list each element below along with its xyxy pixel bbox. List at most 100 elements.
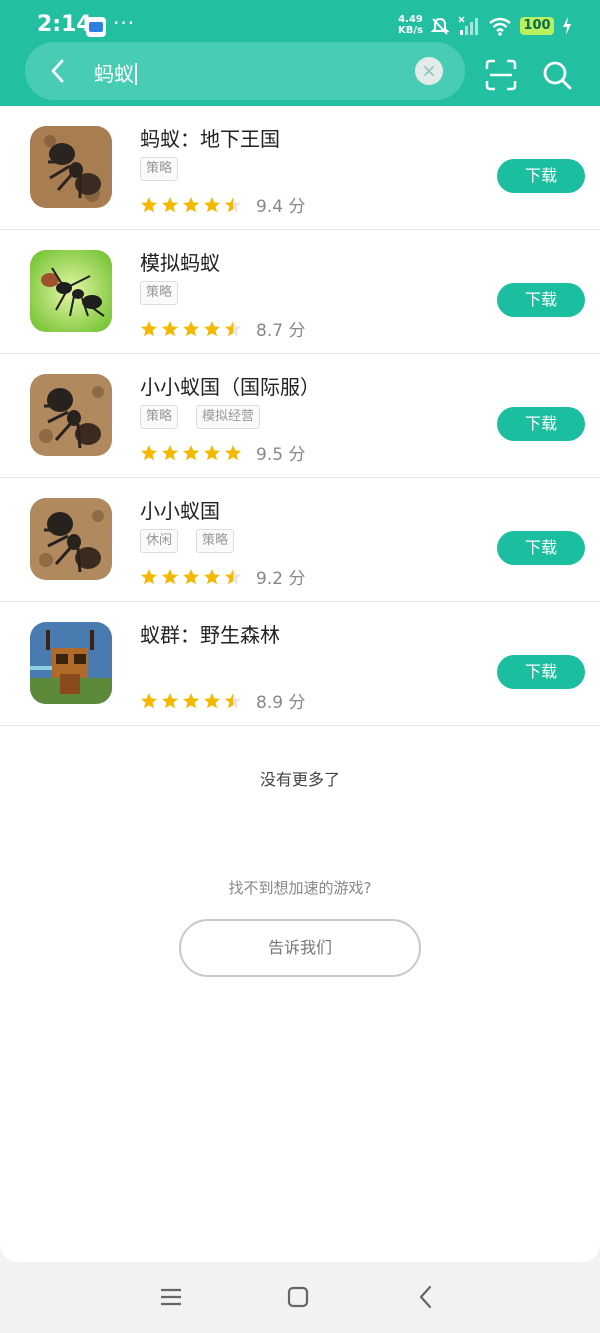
notification-app-icon bbox=[86, 17, 106, 37]
ant-simulator-icon bbox=[30, 250, 112, 332]
star-icon bbox=[204, 568, 220, 584]
tag: 策略 bbox=[196, 529, 235, 553]
star-icon bbox=[141, 320, 157, 336]
star-icon bbox=[204, 320, 220, 336]
list-item[interactable]: 小小蚁国 休闲 策略 9.2 分 下载 bbox=[0, 478, 600, 602]
tag-list: 休闲 策略 bbox=[140, 529, 235, 553]
star-icon bbox=[225, 692, 241, 708]
star-icon bbox=[141, 196, 157, 212]
back-arrow-icon[interactable] bbox=[43, 56, 73, 86]
back-icon[interactable] bbox=[413, 1284, 439, 1310]
score: 9.2 分 bbox=[256, 569, 306, 589]
charging-icon bbox=[563, 17, 571, 35]
ant-legion-icon bbox=[30, 498, 112, 580]
network-speed-unit: KB/s bbox=[398, 25, 423, 36]
home-icon[interactable] bbox=[285, 1284, 311, 1310]
tag: 模拟经营 bbox=[196, 405, 261, 429]
star-icon bbox=[204, 444, 220, 460]
menu-icon[interactable] bbox=[158, 1284, 184, 1310]
rating: 9.5 分 bbox=[140, 440, 305, 465]
star-icon bbox=[204, 692, 220, 708]
tag: 策略 bbox=[140, 405, 179, 429]
star-icon bbox=[162, 568, 178, 584]
tag-list: 策略 bbox=[140, 157, 179, 181]
game-title: 模拟蚂蚁 bbox=[140, 251, 220, 275]
app-header: 2:14 ··· 4.49 KB/s 100 蚂蚁 bbox=[0, 0, 600, 106]
star-icon bbox=[183, 196, 199, 212]
signal-icon bbox=[458, 16, 478, 35]
text-caret bbox=[135, 63, 137, 85]
ant-legion-icon bbox=[30, 374, 112, 456]
star-rating bbox=[140, 568, 242, 586]
wifi-icon bbox=[489, 17, 511, 36]
network-speed-value: 4.49 bbox=[398, 14, 423, 25]
network-speed: 4.49 KB/s bbox=[398, 14, 423, 36]
tag-list: 策略 bbox=[140, 281, 179, 305]
clear-search-icon[interactable] bbox=[415, 57, 443, 85]
status-bar: 2:14 ··· 4.49 KB/s 100 bbox=[0, 0, 600, 48]
star-icon bbox=[162, 196, 178, 212]
star-icon bbox=[162, 692, 178, 708]
score: 9.4 分 bbox=[256, 197, 306, 217]
more-notifications-icon: ··· bbox=[113, 11, 136, 35]
star-icon bbox=[183, 320, 199, 336]
rating: 9.4 分 bbox=[140, 192, 305, 217]
scan-icon[interactable] bbox=[484, 58, 518, 92]
list-item[interactable]: 模拟蚂蚁 策略 8.7 分 下载 bbox=[0, 230, 600, 354]
status-time: 2:14 bbox=[37, 12, 92, 37]
star-icon bbox=[162, 320, 178, 336]
star-rating bbox=[140, 196, 242, 214]
system-nav-bar bbox=[0, 1262, 600, 1333]
game-title: 小小蚁国 bbox=[140, 499, 220, 523]
download-button[interactable]: 下载 bbox=[497, 159, 585, 193]
game-title: 小小蚁国（国际服） bbox=[140, 375, 320, 399]
download-button[interactable]: 下载 bbox=[497, 407, 585, 441]
search-bar[interactable]: 蚂蚁 bbox=[25, 42, 465, 100]
tag-list: 策略 模拟经营 bbox=[140, 405, 261, 429]
tag: 休闲 bbox=[140, 529, 179, 553]
search-input[interactable]: 蚂蚁 bbox=[94, 58, 137, 87]
no-more-results: 没有更多了 bbox=[259, 770, 340, 789]
game-title: 蚁群：野生森林 bbox=[140, 623, 280, 647]
tell-us-button[interactable]: 告诉我们 bbox=[179, 919, 421, 977]
star-icon bbox=[204, 196, 220, 212]
tag: 策略 bbox=[140, 157, 179, 181]
list-item[interactable]: 蚁群：野生森林 8.9 分 下载 bbox=[0, 602, 600, 726]
battery-indicator: 100 bbox=[520, 17, 554, 35]
score: 8.7 分 bbox=[256, 321, 306, 341]
cant-find-prompt: 找不到想加速的游戏? bbox=[228, 879, 372, 897]
rating: 9.2 分 bbox=[140, 564, 305, 589]
rating: 8.9 分 bbox=[140, 688, 305, 713]
star-icon bbox=[183, 444, 199, 460]
download-button[interactable]: 下载 bbox=[497, 655, 585, 689]
star-icon bbox=[162, 444, 178, 460]
star-icon bbox=[225, 196, 241, 212]
score: 9.5 分 bbox=[256, 445, 306, 465]
star-rating bbox=[140, 320, 242, 338]
star-icon bbox=[225, 568, 241, 584]
score: 8.9 分 bbox=[256, 693, 306, 713]
ant-underground-kingdom-icon bbox=[30, 126, 112, 208]
mute-bell-icon bbox=[430, 17, 450, 35]
search-results: 蚂蚁：地下王国 策略 9.4 分 下载 模拟蚂蚁 策略 8.7 分 下载 小小蚁… bbox=[0, 106, 600, 1262]
game-title: 蚂蚁：地下王国 bbox=[140, 127, 280, 151]
star-icon bbox=[141, 444, 157, 460]
rating: 8.7 分 bbox=[140, 316, 305, 341]
star-icon bbox=[183, 692, 199, 708]
pixel-ant-icon bbox=[30, 622, 112, 704]
search-icon[interactable] bbox=[540, 58, 574, 92]
star-rating bbox=[140, 444, 242, 462]
star-rating bbox=[140, 692, 242, 710]
status-icons: 100 bbox=[430, 14, 572, 38]
list-item[interactable]: 小小蚁国（国际服） 策略 模拟经营 9.5 分 下载 bbox=[0, 354, 600, 478]
star-icon bbox=[141, 568, 157, 584]
star-icon bbox=[225, 444, 241, 460]
search-query: 蚂蚁 bbox=[94, 62, 134, 86]
download-button[interactable]: 下载 bbox=[497, 531, 585, 565]
download-button[interactable]: 下载 bbox=[497, 283, 585, 317]
tag: 策略 bbox=[140, 281, 179, 305]
list-item[interactable]: 蚂蚁：地下王国 策略 9.4 分 下载 bbox=[0, 106, 600, 230]
star-icon bbox=[141, 692, 157, 708]
star-icon bbox=[183, 568, 199, 584]
star-icon bbox=[225, 320, 241, 336]
